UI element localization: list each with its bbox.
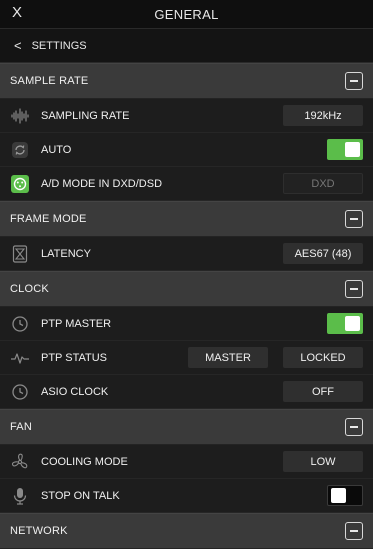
xlr-connector-icon [10, 174, 30, 194]
row-ptp-master: PTP MASTER [0, 307, 373, 341]
auto-label: AUTO [41, 143, 72, 156]
close-button[interactable]: X [12, 4, 22, 21]
auto-sync-icon [10, 140, 30, 160]
clock-icon [10, 382, 30, 402]
collapse-network-button[interactable] [345, 522, 363, 540]
section-label: CLOCK [10, 283, 49, 295]
stop-on-talk-toggle[interactable] [327, 485, 363, 506]
row-ad-mode: A/D MODE IN DXD/DSD DXD [0, 167, 373, 201]
pulse-icon [10, 348, 30, 368]
asio-clock-label: ASIO CLOCK [41, 385, 109, 398]
row-auto: AUTO [0, 133, 373, 167]
ptp-master-label: PTP MASTER [41, 317, 112, 330]
toggle-knob [345, 316, 360, 331]
asio-clock-select[interactable]: OFF [283, 381, 363, 402]
ptp-master-toggle[interactable] [327, 313, 363, 334]
microphone-icon [10, 486, 30, 506]
cooling-mode-label: COOLING MODE [41, 455, 128, 468]
auto-toggle[interactable] [327, 139, 363, 160]
section-label: FAN [10, 421, 32, 433]
cooling-mode-select[interactable]: LOW [283, 451, 363, 472]
collapse-sample-rate-button[interactable] [345, 72, 363, 90]
row-ptp-status: PTP STATUS MASTER LOCKED [0, 341, 373, 375]
clock-icon [10, 314, 30, 334]
latency-label: LATENCY [41, 247, 91, 260]
hourglass-icon [10, 244, 30, 264]
back-to-settings-button[interactable]: < SETTINGS [0, 29, 373, 63]
title-bar: X GENERAL [0, 0, 373, 29]
window-title: GENERAL [154, 6, 219, 22]
row-cooling-mode: COOLING MODE LOW [0, 445, 373, 479]
collapse-fan-button[interactable] [345, 418, 363, 436]
section-label: NETWORK [10, 525, 68, 537]
fan-icon [10, 452, 30, 472]
row-latency: LATENCY AES67 (48) [0, 237, 373, 271]
collapse-frame-mode-button[interactable] [345, 210, 363, 228]
row-asio-clock: ASIO CLOCK OFF [0, 375, 373, 409]
ptp-status-locked: LOCKED [283, 347, 363, 368]
toggle-knob [345, 142, 360, 157]
ptp-status-master: MASTER [188, 347, 268, 368]
waveform-icon [10, 106, 30, 126]
section-label: FRAME MODE [10, 213, 87, 225]
latency-select[interactable]: AES67 (48) [283, 243, 363, 264]
ptp-status-label: PTP STATUS [41, 351, 108, 364]
row-stop-on-talk: STOP ON TALK [0, 479, 373, 513]
row-sampling-rate: SAMPLING RATE 192kHz [0, 99, 373, 133]
section-label: SAMPLE RATE [10, 75, 89, 87]
chevron-left-icon: < [14, 38, 22, 53]
section-sample-rate: SAMPLE RATE [0, 63, 373, 99]
section-network: NETWORK [0, 513, 373, 549]
section-fan: FAN [0, 409, 373, 445]
collapse-clock-button[interactable] [345, 280, 363, 298]
ad-mode-select[interactable]: DXD [283, 173, 363, 194]
stop-on-talk-label: STOP ON TALK [41, 489, 120, 502]
toggle-knob [331, 488, 346, 503]
sampling-rate-label: SAMPLING RATE [41, 109, 130, 122]
section-frame-mode: FRAME MODE [0, 201, 373, 237]
section-clock: CLOCK [0, 271, 373, 307]
ad-mode-label: A/D MODE IN DXD/DSD [41, 177, 163, 190]
ptp-status-values: MASTER LOCKED [188, 347, 363, 368]
back-label: SETTINGS [31, 39, 87, 52]
general-settings-window: X GENERAL < SETTINGS SAMPLE RATE SAMPLIN… [0, 0, 373, 549]
sampling-rate-select[interactable]: 192kHz [283, 105, 363, 126]
